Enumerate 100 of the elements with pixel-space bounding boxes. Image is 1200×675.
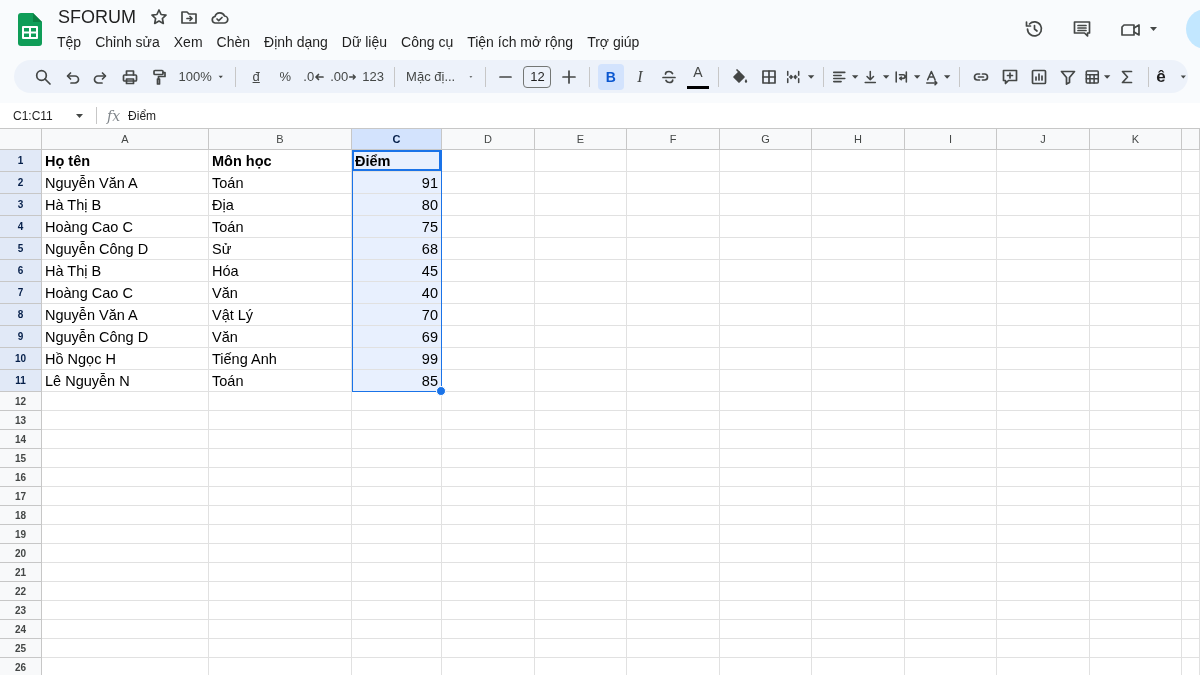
table-cell[interactable] <box>42 525 209 544</box>
table-cell[interactable] <box>42 506 209 525</box>
row-header[interactable]: 17 <box>0 487 42 506</box>
table-cell[interactable] <box>535 282 627 304</box>
table-cell[interactable] <box>720 487 812 506</box>
table-cell[interactable] <box>905 282 997 304</box>
table-cell[interactable] <box>905 172 997 194</box>
table-cell[interactable] <box>442 582 535 601</box>
table-cell[interactable] <box>720 370 812 392</box>
text-color-button[interactable]: A <box>684 63 711 90</box>
table-cell[interactable] <box>905 525 997 544</box>
table-cell[interactable] <box>535 150 627 172</box>
table-cell[interactable] <box>442 260 535 282</box>
table-cell[interactable] <box>997 601 1090 620</box>
table-cell[interactable]: Hồ Ngọc H <box>42 348 209 370</box>
table-cell[interactable] <box>1182 150 1200 172</box>
table-cell[interactable] <box>1090 525 1182 544</box>
table-cell[interactable] <box>442 620 535 639</box>
table-cell[interactable] <box>905 150 997 172</box>
table-cell[interactable]: Nguyễn Công D <box>42 238 209 260</box>
bold-button[interactable]: B <box>597 63 624 90</box>
table-cell[interactable] <box>627 392 720 411</box>
row-header[interactable]: 23 <box>0 601 42 620</box>
table-cell[interactable] <box>720 563 812 582</box>
table-cell[interactable] <box>442 525 535 544</box>
table-cell[interactable] <box>812 639 905 658</box>
document-title[interactable]: SFORUM <box>56 6 138 28</box>
table-cell[interactable] <box>997 563 1090 582</box>
table-cell[interactable] <box>42 468 209 487</box>
decrease-decimal-button[interactable]: .0 <box>301 63 328 90</box>
row-header[interactable]: 8 <box>0 304 42 326</box>
table-cell[interactable] <box>812 282 905 304</box>
table-cell[interactable] <box>997 216 1090 238</box>
table-cell[interactable] <box>905 238 997 260</box>
table-cell[interactable] <box>627 544 720 563</box>
table-cell[interactable] <box>535 172 627 194</box>
table-cell[interactable] <box>442 411 535 430</box>
column-header[interactable]: J <box>997 129 1090 150</box>
table-cell[interactable] <box>1182 563 1200 582</box>
table-cell[interactable] <box>720 150 812 172</box>
table-cell[interactable] <box>720 260 812 282</box>
table-cell[interactable]: 69 <box>352 326 442 348</box>
table-cell[interactable] <box>1090 216 1182 238</box>
table-cell[interactable] <box>627 563 720 582</box>
table-cell[interactable] <box>1090 449 1182 468</box>
table-cell[interactable] <box>1090 348 1182 370</box>
table-cell[interactable] <box>442 348 535 370</box>
row-header[interactable]: 9 <box>0 326 42 348</box>
table-cell[interactable] <box>812 326 905 348</box>
table-cell[interactable] <box>812 487 905 506</box>
table-cell[interactable] <box>997 620 1090 639</box>
table-cell[interactable] <box>442 172 535 194</box>
table-cell[interactable] <box>627 449 720 468</box>
table-cell[interactable] <box>535 620 627 639</box>
table-cell[interactable] <box>352 601 442 620</box>
column-header[interactable]: C <box>352 129 442 150</box>
table-cell[interactable] <box>352 544 442 563</box>
menu-item[interactable]: Định dạng <box>257 31 335 53</box>
table-cell[interactable] <box>1182 172 1200 194</box>
table-cell[interactable] <box>1182 411 1200 430</box>
table-cell[interactable] <box>1090 506 1182 525</box>
table-cell[interactable] <box>535 449 627 468</box>
table-cell[interactable] <box>720 216 812 238</box>
table-cell[interactable] <box>1182 194 1200 216</box>
table-cell[interactable] <box>442 544 535 563</box>
table-cell[interactable] <box>812 582 905 601</box>
table-cell[interactable] <box>720 544 812 563</box>
table-cell[interactable] <box>627 601 720 620</box>
table-cell[interactable] <box>209 430 352 449</box>
star-icon[interactable] <box>150 8 168 26</box>
table-cell[interactable] <box>535 392 627 411</box>
table-cell[interactable] <box>627 216 720 238</box>
table-cell[interactable] <box>442 487 535 506</box>
table-cell[interactable] <box>627 326 720 348</box>
table-cell[interactable] <box>42 487 209 506</box>
table-cell[interactable] <box>997 430 1090 449</box>
table-cell[interactable] <box>1090 392 1182 411</box>
table-cell[interactable] <box>812 150 905 172</box>
table-cell[interactable] <box>720 601 812 620</box>
font-size-field[interactable]: 12 <box>523 65 552 88</box>
table-cell[interactable] <box>997 150 1090 172</box>
table-cell[interactable] <box>535 582 627 601</box>
table-cell[interactable] <box>535 525 627 544</box>
table-cell[interactable] <box>535 544 627 563</box>
table-cell[interactable] <box>905 582 997 601</box>
table-cell[interactable] <box>905 260 997 282</box>
table-cell[interactable] <box>997 238 1090 260</box>
table-cell[interactable] <box>1090 620 1182 639</box>
table-cell[interactable] <box>1090 172 1182 194</box>
table-cell[interactable] <box>812 411 905 430</box>
table-cell[interactable] <box>209 411 352 430</box>
table-cell[interactable] <box>997 326 1090 348</box>
table-cell[interactable] <box>997 392 1090 411</box>
table-cell[interactable] <box>812 601 905 620</box>
table-cell[interactable] <box>42 392 209 411</box>
row-header[interactable]: 22 <box>0 582 42 601</box>
table-cell[interactable] <box>905 411 997 430</box>
row-header[interactable]: 11 <box>0 370 42 392</box>
menu-item[interactable]: Chỉnh sửa <box>88 31 167 53</box>
table-cell[interactable] <box>209 525 352 544</box>
